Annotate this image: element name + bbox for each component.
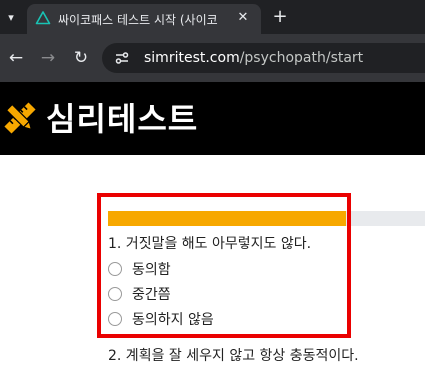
reload-button[interactable]: ↻ (69, 46, 93, 70)
browser-tab-strip: ▾ 싸이코패스 테스트 시작 (사이코 ✕ + (0, 0, 425, 34)
question-highlight-box (97, 193, 351, 338)
next-question-text: 2. 계획을 잘 세우지 않고 항상 충동적이다. (108, 348, 359, 364)
browser-tab[interactable]: 싸이코패스 테스트 시작 (사이코 ✕ (27, 4, 261, 34)
pencil-ruler-icon[interactable] (2, 100, 38, 136)
site-info-icon[interactable] (114, 50, 130, 66)
url-path: /psychopath/start (239, 50, 364, 66)
url-text: simritest.com/psychopath/start (144, 50, 363, 66)
back-button[interactable]: ← (4, 46, 28, 70)
new-tab-button[interactable]: + (270, 8, 290, 28)
browser-toolbar: ← → ↻ simritest.com/psychopath/start (0, 34, 425, 82)
close-icon[interactable]: ✕ (235, 10, 251, 26)
tab-search-dropdown[interactable]: ▾ (0, 4, 22, 30)
forward-button[interactable]: → (36, 46, 60, 70)
url-domain: simritest.com (144, 50, 240, 66)
site-logo-text[interactable]: 심리테스트 (46, 94, 198, 140)
site-header: 심리테스트 (0, 82, 425, 155)
quiz-content: 1. 거짓말을 해도 아무렇지도 않다. 동의함 중간쯤 동의하지 않음 2. … (0, 155, 425, 364)
tab-title: 싸이코패스 테스트 시작 (사이코 (58, 13, 218, 27)
triangle-icon (35, 10, 51, 26)
address-bar[interactable]: simritest.com/psychopath/start (102, 43, 425, 73)
